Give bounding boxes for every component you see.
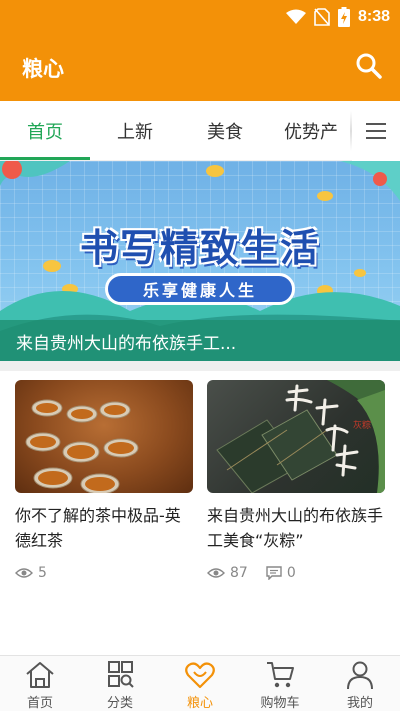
menu-icon — [366, 123, 386, 139]
nav-label: 分类 — [106, 696, 133, 711]
status-icons: 8:38 — [285, 6, 390, 28]
banner[interactable]: 书写精致生活 乐享健康人生 来自贵州大山的布依族手工... — [0, 161, 400, 361]
article-stats: 5 — [15, 565, 193, 581]
search-button[interactable] — [354, 51, 384, 81]
zongzi-illustration: 灰粽 — [216, 380, 385, 493]
views-count: 5 — [38, 565, 47, 581]
tab-label: 美食 — [207, 122, 243, 143]
cart-icon — [267, 662, 294, 688]
tab-label: 首页 — [27, 122, 63, 143]
tab-active-indicator — [0, 157, 90, 160]
no-sim-icon — [314, 8, 330, 26]
status-bar: 8:38 — [0, 0, 400, 33]
eye-icon — [207, 568, 225, 578]
article-stats: 87 0 — [207, 565, 385, 581]
banner-headline: 书写精致生活 — [79, 226, 320, 270]
comments-stat: 0 — [266, 565, 296, 581]
views-stat: 5 — [15, 565, 47, 581]
nav-liangxin[interactable]: 粮心 — [160, 656, 240, 711]
tab-new[interactable]: 上新 — [90, 101, 180, 161]
article-card-zongzi[interactable]: 灰粽 来自贵州大山的布依族手工美食“灰粽” 87 0 — [207, 380, 385, 581]
battery-charging-icon — [337, 7, 350, 27]
tab-home[interactable]: 首页 — [0, 101, 90, 161]
article-title: 你不了解的茶中极品-英德红茶 — [15, 506, 181, 550]
nav-home[interactable]: 首页 — [0, 656, 80, 711]
search-icon — [356, 53, 382, 79]
category-tabs: 首页 上新 美食 优势产 — [0, 101, 400, 161]
tab-food[interactable]: 美食 — [180, 101, 270, 161]
views-count: 87 — [230, 565, 248, 581]
heart-icon — [185, 662, 215, 689]
tab-label: 优势产 — [284, 122, 338, 143]
seal-stamp: 灰粽 — [353, 419, 371, 431]
category-icon — [108, 661, 134, 688]
comments-count: 0 — [286, 565, 296, 581]
user-icon — [347, 661, 373, 690]
nav-label: 粮心 — [186, 696, 213, 711]
article-title: 来自贵州大山的布依族手工美食“灰粽” — [207, 506, 384, 550]
bottom-navigation: 首页 分类 粮心 购物车 我的 — [0, 655, 400, 711]
tab-label: 上新 — [117, 122, 153, 143]
nav-label: 购物车 — [260, 696, 300, 711]
tabs-menu-button[interactable] — [352, 101, 400, 161]
nav-category[interactable]: 分类 — [80, 656, 160, 711]
banner-caption: 来自贵州大山的布依族手工... — [16, 334, 237, 354]
banner-subheadline: 乐享健康人生 — [105, 273, 295, 305]
status-time: 8:38 — [357, 8, 390, 25]
views-stat: 87 — [207, 565, 248, 581]
wifi-icon — [285, 9, 306, 24]
home-icon — [26, 662, 54, 688]
nav-label: 我的 — [346, 696, 373, 711]
comment-icon — [266, 566, 282, 580]
article-image-tea — [15, 380, 193, 493]
article-image-zongzi: 灰粽 — [207, 380, 385, 493]
article-card-tea[interactable]: 你不了解的茶中极品-英德红茶 5 — [15, 380, 193, 581]
tea-cups-illustration — [25, 399, 139, 493]
app-bar: 粮心 — [0, 33, 400, 101]
nav-label: 首页 — [26, 696, 53, 711]
nav-cart[interactable]: 购物车 — [240, 656, 320, 711]
app-title: 粮心 — [22, 57, 64, 81]
eye-icon — [15, 568, 33, 578]
section-divider — [0, 361, 400, 371]
nav-mine[interactable]: 我的 — [320, 656, 400, 711]
